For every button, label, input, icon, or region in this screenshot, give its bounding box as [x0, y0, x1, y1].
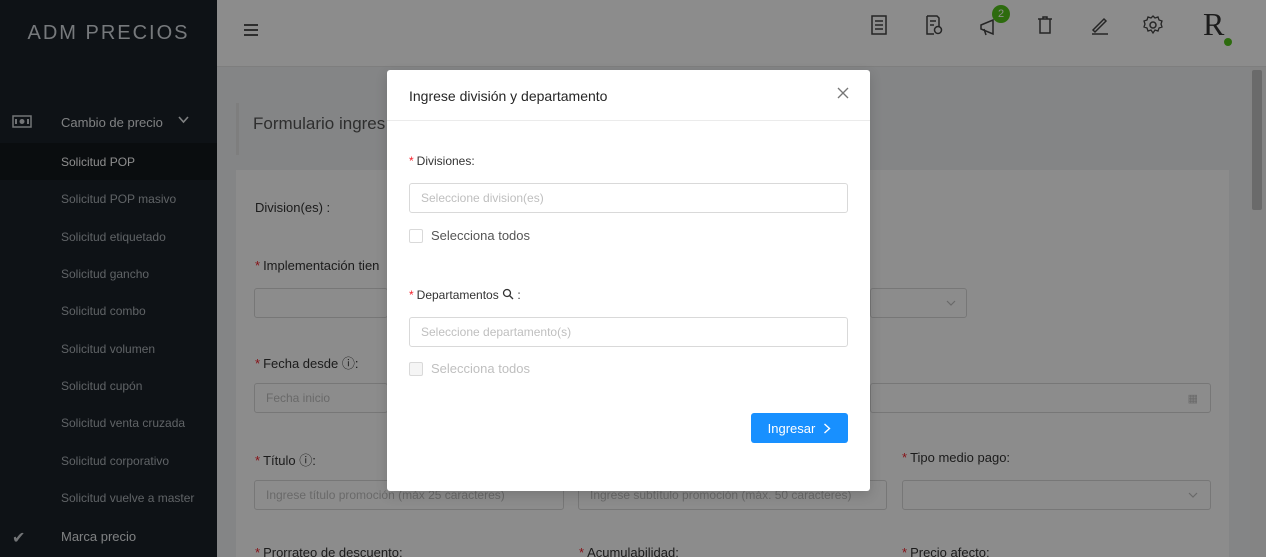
divisiones-label-text: Divisiones — [416, 154, 472, 168]
divisiones-label: * Divisiones: — [409, 154, 475, 168]
selecciona-todos-departamentos-checkbox: Selecciona todos — [409, 361, 530, 376]
close-icon[interactable] — [836, 86, 850, 100]
departamentos-label-text: Departamentos — [416, 288, 499, 302]
chevron-right-icon — [824, 422, 831, 434]
departamentos-label: * Departamentos : — [409, 288, 521, 302]
division-department-modal: Ingrese división y departamento * Divisio… — [387, 70, 870, 491]
search-icon[interactable] — [502, 288, 514, 300]
checkbox-box[interactable] — [409, 228, 423, 243]
selecciona-todos-divisiones-checkbox[interactable]: Selecciona todos — [409, 228, 530, 243]
modal-header: Ingrese división y departamento — [387, 70, 870, 121]
checkbox-box — [409, 361, 423, 376]
ingresar-button-label: Ingresar — [767, 420, 816, 436]
departamentos-input[interactable]: Seleccione departamento(s) — [409, 317, 848, 347]
ingresar-button[interactable]: Ingresar — [751, 413, 848, 443]
checkbox-label: Selecciona todos — [431, 228, 531, 243]
checkbox-label: Selecciona todos — [431, 361, 531, 376]
modal-title: Ingrese división y departamento — [409, 88, 608, 104]
divisiones-input[interactable]: Seleccione division(es) — [409, 183, 848, 213]
